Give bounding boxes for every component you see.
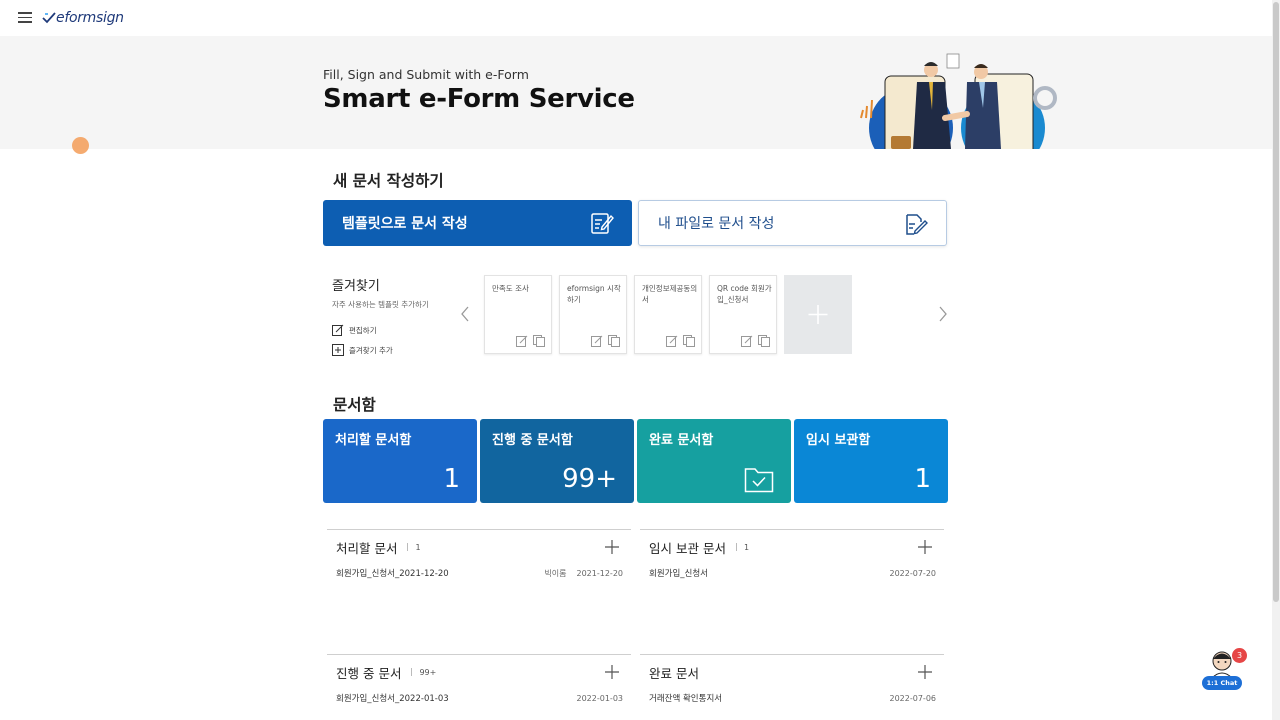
list-item[interactable]: 거래잔액 확인통지서 2022-07-06 bbox=[640, 689, 944, 707]
chevron-right-icon[interactable] bbox=[936, 305, 950, 323]
completed-box-card[interactable]: 완료 문서함 bbox=[637, 419, 791, 503]
more-plus-icon[interactable] bbox=[918, 665, 932, 679]
handshake-illustration bbox=[860, 53, 1057, 149]
todo-document-list: 처리할 문서 1 회원가입_신청서_2021-12-20 빅이롬 2021-12… bbox=[327, 529, 631, 582]
edit-icon[interactable] bbox=[591, 335, 603, 347]
add-box-icon bbox=[332, 344, 344, 356]
list-count: 99+ bbox=[419, 667, 437, 677]
list-header: 완료 문서 bbox=[640, 655, 944, 689]
document-box-title: 문서함 bbox=[333, 396, 376, 414]
divider bbox=[407, 543, 409, 551]
edit-document-icon bbox=[591, 213, 614, 234]
template-name: 개인정보제공동의서 bbox=[642, 284, 698, 304]
folder-check-icon bbox=[744, 468, 774, 493]
add-template-card[interactable] bbox=[784, 275, 852, 354]
edit-icon[interactable] bbox=[516, 335, 528, 347]
eformsign-logo[interactable]: eformsign bbox=[42, 8, 124, 28]
document-writer: 빅이롬 bbox=[544, 568, 567, 578]
add-favorite-label: 즐겨찾기 추가 bbox=[349, 345, 393, 355]
favorites-title: 즐겨찾기 bbox=[332, 279, 380, 294]
copy-icon[interactable] bbox=[758, 335, 770, 347]
more-plus-icon[interactable] bbox=[918, 540, 932, 554]
temporary-box-card[interactable]: 임시 보관함 1 bbox=[794, 419, 948, 503]
favorite-template-card[interactable]: eformsign 시작하기 bbox=[559, 275, 627, 354]
list-item[interactable]: 회원가입_신청서 2022-07-20 bbox=[640, 564, 944, 582]
completed-document-list: 완료 문서 거래잔액 확인통지서 2022-07-06 bbox=[640, 654, 944, 707]
create-from-template-label: 템플릿으로 문서 작성 bbox=[342, 216, 468, 232]
hero-tagline: Fill, Sign and Submit with e-Form bbox=[323, 67, 529, 82]
edit-favorites-button[interactable]: 편집하기 bbox=[332, 324, 472, 336]
logo-check-icon bbox=[42, 12, 56, 24]
favorites-panel: 즐겨찾기 자주 사용하는 템플릿 추가하기 편집하기 즐겨찾기 추가 bbox=[332, 275, 472, 356]
box-name: 처리할 문서함 bbox=[335, 433, 412, 448]
favorites-subtitle: 자주 사용하는 템플릿 추가하기 bbox=[332, 300, 429, 309]
menu-icon[interactable] bbox=[18, 12, 32, 23]
box-name: 완료 문서함 bbox=[649, 433, 714, 448]
document-title: 회원가입_신청서_2021-12-20 bbox=[336, 569, 449, 579]
hero-title: Smart e-Form Service bbox=[323, 84, 635, 114]
chat-widget-button[interactable]: 3 1:1 Chat bbox=[1202, 648, 1247, 690]
list-header: 임시 보관 문서 1 bbox=[640, 530, 944, 564]
create-from-template-button[interactable]: 템플릿으로 문서 작성 bbox=[323, 200, 632, 246]
add-favorite-button[interactable]: 즐겨찾기 추가 bbox=[332, 344, 472, 356]
list-header: 처리할 문서 1 bbox=[327, 530, 631, 564]
document-title: 회원가입_신청서 bbox=[649, 569, 708, 579]
favorite-template-card[interactable]: QR code 회원가입_신청서 bbox=[709, 275, 777, 354]
list-title: 처리할 문서 bbox=[336, 540, 398, 556]
list-title: 임시 보관 문서 bbox=[649, 540, 726, 556]
favorite-template-card[interactable]: 만족도 조사 bbox=[484, 275, 552, 354]
edit-icon[interactable] bbox=[741, 335, 753, 347]
todo-box-card[interactable]: 처리할 문서함 1 bbox=[323, 419, 477, 503]
page-scrollbar[interactable] bbox=[1272, 0, 1280, 720]
document-title: 거래잔액 확인통지서 bbox=[649, 694, 723, 704]
document-title: 회원가입_신청서_2022-01-03 bbox=[336, 694, 449, 704]
edit-icon bbox=[332, 324, 344, 336]
chevron-left-icon[interactable] bbox=[458, 305, 472, 323]
plus-icon bbox=[808, 305, 828, 324]
create-from-file-label: 내 파일로 문서 작성 bbox=[658, 216, 775, 232]
chat-label: 1:1 Chat bbox=[1202, 676, 1242, 690]
list-title: 완료 문서 bbox=[649, 665, 699, 681]
in-progress-document-list: 진행 중 문서 99+ 회원가입_신청서_2022-01-03 2022-01-… bbox=[327, 654, 631, 707]
draft-document-list: 임시 보관 문서 1 회원가입_신청서 2022-07-20 bbox=[640, 529, 944, 582]
box-count: 99+ bbox=[562, 464, 617, 494]
box-name: 임시 보관함 bbox=[806, 433, 871, 448]
in-progress-box-card[interactable]: 진행 중 문서함 99+ bbox=[480, 419, 634, 503]
copy-icon[interactable] bbox=[608, 335, 620, 347]
scrollbar-thumb[interactable] bbox=[1273, 2, 1279, 602]
template-name: eformsign 시작하기 bbox=[567, 284, 621, 304]
list-item[interactable]: 회원가입_신청서_2022-01-03 2022-01-03 bbox=[327, 689, 631, 707]
edit-favorites-label: 편집하기 bbox=[349, 325, 377, 335]
edit-icon[interactable] bbox=[666, 335, 678, 347]
more-plus-icon[interactable] bbox=[605, 540, 619, 554]
list-item[interactable]: 회원가입_신청서_2021-12-20 빅이롬 2021-12-20 bbox=[327, 564, 631, 582]
cursor-indicator bbox=[72, 137, 89, 154]
box-name: 진행 중 문서함 bbox=[492, 433, 573, 448]
chat-badge: 3 bbox=[1232, 648, 1247, 663]
logo-text: eformsign bbox=[56, 10, 124, 26]
create-from-file-button[interactable]: 내 파일로 문서 작성 bbox=[638, 200, 947, 246]
new-document-title: 새 문서 작성하기 bbox=[333, 172, 444, 190]
list-count: 1 bbox=[743, 542, 750, 552]
copy-icon[interactable] bbox=[683, 335, 695, 347]
divider bbox=[735, 543, 737, 551]
document-date: 2022-01-03 bbox=[576, 693, 624, 703]
document-date: 2021-12-20 bbox=[576, 568, 624, 578]
list-header: 진행 중 문서 99+ bbox=[327, 655, 631, 689]
template-name: 만족도 조사 bbox=[492, 284, 529, 293]
more-plus-icon[interactable] bbox=[605, 665, 619, 679]
favorite-template-card[interactable]: 개인정보제공동의서 bbox=[634, 275, 702, 354]
box-count: 1 bbox=[914, 464, 931, 494]
box-count: 1 bbox=[443, 464, 460, 494]
document-date: 2022-07-06 bbox=[889, 693, 937, 703]
template-name: QR code 회원가입_신청서 bbox=[717, 284, 772, 304]
list-title: 진행 중 문서 bbox=[336, 665, 402, 681]
top-bar: eformsign bbox=[0, 0, 1272, 36]
divider bbox=[411, 668, 413, 676]
copy-icon[interactable] bbox=[533, 335, 545, 347]
hero-banner: Fill, Sign and Submit with e-Form Smart … bbox=[0, 36, 1272, 154]
upload-file-icon bbox=[906, 214, 928, 235]
document-date: 2022-07-20 bbox=[889, 568, 937, 578]
list-count: 1 bbox=[415, 542, 421, 552]
